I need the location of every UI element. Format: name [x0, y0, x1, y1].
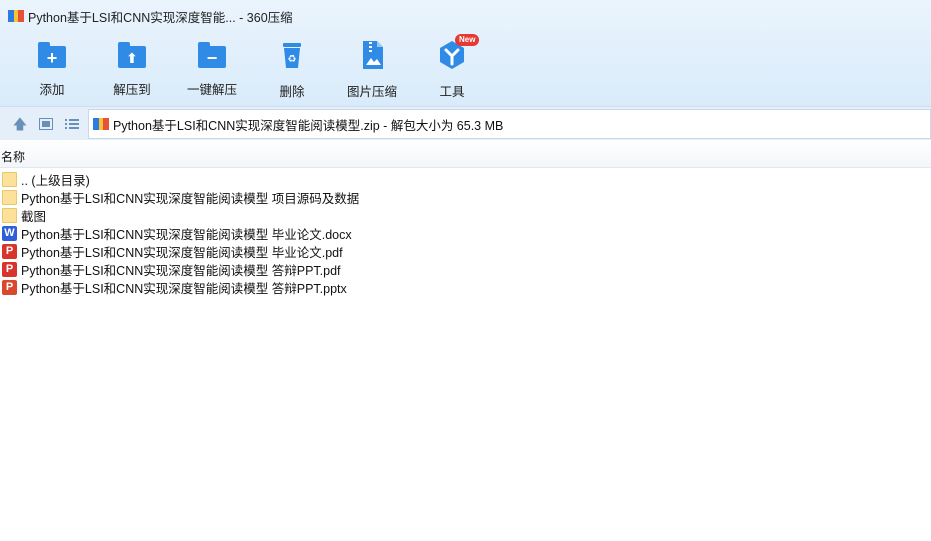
- folder-icon: [2, 171, 17, 187]
- list-item[interactable]: W Python基于LSI和CNN实现深度智能阅读模型 毕业论文.docx: [2, 224, 922, 242]
- svg-text:♻: ♻: [288, 54, 297, 65]
- path-field[interactable]: Python基于LSI和CNN实现深度智能阅读模型.zip - 解包大小为 65…: [88, 109, 931, 139]
- tools-icon: New: [435, 34, 480, 72]
- tools-button[interactable]: New 工具: [417, 34, 487, 99]
- list-item[interactable]: P Python基于LSI和CNN实现深度智能阅读模型 答辩PPT.pdf: [2, 260, 922, 278]
- list-item[interactable]: 截图: [2, 206, 922, 224]
- pdf-file-icon: P: [2, 243, 17, 259]
- one-click-extract-icon: −: [195, 38, 229, 70]
- app-top-area: Python基于LSI和CNN实现深度智能... - 360压缩 + 添加 ⬆ …: [0, 0, 931, 106]
- image-compress-button[interactable]: 图片压缩: [337, 38, 407, 99]
- column-name-header[interactable]: 名称: [1, 148, 25, 165]
- add-button[interactable]: + 添加: [17, 38, 87, 98]
- thumbnail-view-icon[interactable]: [36, 114, 56, 134]
- app-logo-icon: [8, 8, 24, 24]
- file-name: Python基于LSI和CNN实现深度智能阅读模型 答辩PPT.pdf: [21, 263, 341, 278]
- folder-icon: [2, 207, 17, 223]
- word-file-icon: W: [2, 225, 17, 241]
- path-text: Python基于LSI和CNN实现深度智能阅读模型.zip - 解包大小为 65…: [113, 118, 504, 133]
- recycle-bin-icon: ♻: [275, 38, 309, 72]
- one-click-extract-button[interactable]: − 一键解压: [177, 38, 247, 98]
- pdf-file-icon: P: [2, 261, 17, 277]
- delete-button[interactable]: ♻ 删除: [257, 38, 327, 99]
- up-arrow-icon[interactable]: 🡅: [10, 114, 30, 134]
- list-item[interactable]: .. (上级目录): [2, 170, 922, 188]
- list-item[interactable]: P Python基于LSI和CNN实现深度智能阅读模型 答辩PPT.pptx: [2, 278, 922, 296]
- window-title: Python基于LSI和CNN实现深度智能... - 360压缩: [28, 10, 293, 25]
- file-name: Python基于LSI和CNN实现深度智能阅读模型 项目源码及数据: [21, 191, 360, 206]
- folder-icon: [2, 189, 17, 205]
- column-header: 名称: [0, 140, 931, 168]
- archive-icon: [93, 116, 109, 132]
- add-folder-icon: +: [35, 38, 69, 70]
- delete-label: 删除: [279, 85, 305, 99]
- file-name: Python基于LSI和CNN实现深度智能阅读模型 答辩PPT.pptx: [21, 281, 347, 296]
- extract-to-label: 解压到: [113, 83, 151, 97]
- image-compress-icon: [355, 38, 389, 72]
- file-name: 截图: [21, 209, 47, 224]
- list-view-icon[interactable]: [62, 114, 82, 134]
- ppt-file-icon: P: [2, 279, 17, 295]
- extract-to-button[interactable]: ⬆ 解压到: [97, 38, 167, 98]
- address-bar: 🡅 Python基于LSI和CNN实现深度智能阅读模型.zip - 解包大小为 …: [0, 106, 931, 140]
- image-compress-label: 图片压缩: [346, 85, 397, 99]
- tools-label: 工具: [439, 85, 465, 99]
- file-name: Python基于LSI和CNN实现深度智能阅读模型 毕业论文.docx: [21, 227, 352, 242]
- list-item[interactable]: Python基于LSI和CNN实现深度智能阅读模型 项目源码及数据: [2, 188, 922, 206]
- one-click-extract-label: 一键解压: [186, 83, 237, 97]
- file-name: .. (上级目录): [21, 173, 90, 188]
- title-bar: Python基于LSI和CNN实现深度智能... - 360压缩: [0, 0, 931, 32]
- list-item[interactable]: P Python基于LSI和CNN实现深度智能阅读模型 毕业论文.pdf: [2, 242, 922, 260]
- file-name: Python基于LSI和CNN实现深度智能阅读模型 毕业论文.pdf: [21, 245, 343, 260]
- add-label: 添加: [39, 83, 65, 97]
- new-badge: New: [455, 34, 480, 46]
- extract-to-icon: ⬆: [115, 38, 149, 70]
